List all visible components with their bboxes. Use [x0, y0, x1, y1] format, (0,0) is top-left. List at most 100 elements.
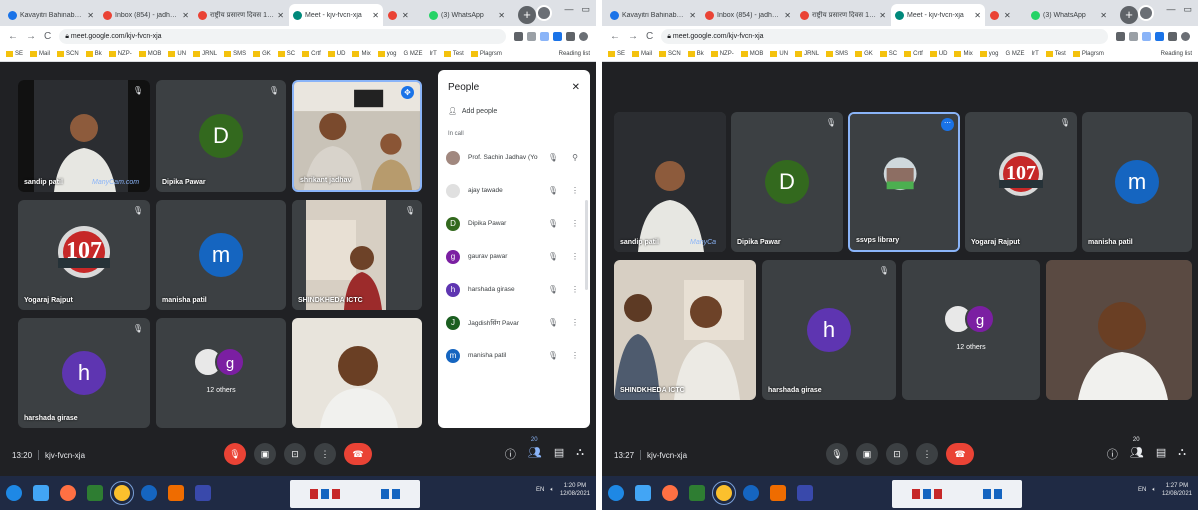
extension-icon[interactable] — [1155, 31, 1164, 41]
camera-toggle-button[interactable]: ▣ — [254, 443, 276, 465]
app-icon[interactable] — [743, 485, 759, 501]
participant-tile[interactable]: h harshada girase 🎙︎ — [762, 260, 896, 400]
browser-tab[interactable]: राष्ट्रीय प्रसारण दिवस 12 नोव्हेंबर✕ — [194, 4, 288, 26]
more-options-icon[interactable]: ⋮ — [568, 318, 582, 327]
participant-row[interactable]: Prof. Sachin Jadhav (You) 🎙︎ ⚲ — [438, 141, 590, 174]
bookmark[interactable]: SCN — [659, 50, 681, 57]
new-tab-button[interactable]: + — [518, 6, 536, 24]
extension-icon[interactable] — [540, 31, 549, 41]
bookmark[interactable]: SMS — [224, 50, 246, 57]
app-icon[interactable] — [141, 485, 157, 501]
photos-icon[interactable] — [195, 485, 211, 501]
close-icon[interactable]: ✕ — [372, 11, 379, 20]
minimize-icon[interactable]: — — [1166, 4, 1175, 15]
present-button[interactable]: ⊡ — [886, 443, 908, 465]
puzzle-icon[interactable] — [566, 31, 575, 41]
volume-icon[interactable]: 🔈︎ — [1152, 487, 1156, 494]
mic-off-icon[interactable]: 🎙︎ — [546, 318, 560, 327]
close-icon[interactable]: ✕ — [277, 11, 284, 20]
more-options-button[interactable]: ⋮ — [314, 443, 336, 465]
browser-tab[interactable]: Inbox (854) - jadhavsk555@g✕ — [701, 4, 795, 26]
bookmark[interactable]: Crtf — [904, 50, 923, 57]
bookmark[interactable]: NZP- — [108, 50, 132, 57]
bookmark[interactable]: SE — [6, 50, 23, 57]
bookmark[interactable]: MOB — [138, 50, 161, 57]
chat-icon[interactable]: ▤ — [554, 446, 564, 462]
more-options-icon[interactable]: ⋮ — [568, 252, 582, 261]
chrome-icon[interactable] — [110, 481, 134, 505]
bookmark[interactable]: SCN — [57, 50, 79, 57]
bookmark[interactable]: yog — [377, 50, 396, 57]
bookmark[interactable]: Mail — [632, 50, 652, 57]
bookmark[interactable]: Bk — [85, 50, 102, 57]
participant-row[interactable]: D Dipika Pawar 🎙︎ ⋮ — [438, 207, 590, 240]
mic-off-icon[interactable]: 🎙︎ — [546, 153, 560, 162]
close-icon[interactable]: ✕ — [784, 11, 791, 20]
url-field[interactable]: 🔒︎ meet.google.com/kjv-fvcn-xja — [661, 28, 1108, 44]
mic-off-icon[interactable]: 🎙︎ — [546, 186, 560, 195]
info-icon[interactable]: ⓘ — [1107, 446, 1118, 462]
participant-tile[interactable] — [292, 318, 422, 428]
extension-icon[interactable] — [514, 31, 523, 41]
participant-row[interactable]: h harshada girase 🎙︎ ⋮ — [438, 273, 590, 306]
participant-tile[interactable]: h harshada girase 🎙︎ — [18, 318, 150, 428]
restore-icon[interactable]: ▭ — [581, 4, 590, 15]
participant-tile-pinned[interactable]: ssvps library ⋯ — [848, 112, 960, 252]
mic-off-icon[interactable]: 🎙︎ — [546, 252, 560, 261]
browser-tab[interactable]: ✕ — [986, 4, 1026, 26]
browser-tab-active[interactable]: Meet - kjv-fvcn-xja ✕ — [289, 4, 383, 26]
restore-icon[interactable]: ▭ — [1183, 4, 1192, 15]
bookmark[interactable]: UD — [327, 50, 345, 57]
bookmark[interactable]: GK — [855, 50, 873, 57]
app-icon[interactable] — [168, 485, 184, 501]
browser-tab[interactable]: ✕ — [384, 4, 424, 26]
close-icon[interactable]: ✕ — [1100, 11, 1107, 20]
activities-icon[interactable]: ⛬ — [576, 446, 584, 462]
participant-tile[interactable]: 107 Yogaraj Rajput 🎙︎ — [965, 112, 1077, 252]
star-icon[interactable] — [1129, 31, 1138, 41]
more-options-icon[interactable]: ⋮ — [568, 351, 582, 360]
bookmark[interactable]: UN — [168, 50, 186, 57]
bookmark[interactable]: UN — [770, 50, 788, 57]
participant-tile[interactable]: D Dipika Pawar 🎙︎ — [156, 80, 286, 192]
bookmark[interactable]: yog — [979, 50, 998, 57]
bookmark[interactable]: JRNL — [193, 50, 217, 57]
participant-row[interactable]: J Jagdishसिंग Pavar 🎙︎ ⋮ — [438, 306, 590, 339]
extension-icon[interactable] — [1142, 31, 1151, 41]
reload-icon[interactable]: C — [44, 31, 51, 42]
profile-avatar[interactable] — [1138, 5, 1154, 21]
participant-tile[interactable]: 107 Yogaraj Rajput 🎙︎ — [18, 200, 150, 310]
close-icon[interactable]: ✕ — [1004, 11, 1011, 20]
firefox-icon[interactable] — [662, 485, 678, 501]
bookmark[interactable]: IrT — [429, 51, 436, 57]
back-icon[interactable]: ← — [8, 31, 18, 42]
forward-icon[interactable]: → — [628, 31, 638, 42]
bookmark[interactable]: NZP- — [710, 50, 734, 57]
bookmark[interactable]: SE — [608, 50, 625, 57]
browser-tab[interactable]: (3) WhatsApp ✕ — [1027, 4, 1111, 26]
info-icon[interactable]: ⓘ — [505, 446, 516, 462]
mic-toggle-button[interactable]: 🎙︎ — [826, 443, 848, 465]
new-tab-button[interactable]: + — [1120, 6, 1138, 24]
bookmark[interactable]: Test — [1045, 50, 1066, 57]
bookmark[interactable]: IrT — [1031, 51, 1038, 57]
bookmark[interactable]: Test — [443, 50, 464, 57]
bookmark[interactable]: G MZE — [403, 51, 422, 57]
language-indicator[interactable]: EN — [1138, 487, 1146, 493]
bookmark[interactable]: Plagrsm — [470, 50, 502, 57]
profile-icon[interactable] — [1181, 31, 1190, 41]
excel-icon[interactable] — [689, 485, 705, 501]
bookmark[interactable]: SMS — [826, 50, 848, 57]
volume-icon[interactable]: 🔈︎ — [550, 487, 554, 494]
participant-tile[interactable]: m manisha patil — [1082, 112, 1192, 252]
people-button[interactable]: 20 👥︎ — [528, 437, 542, 462]
star-icon[interactable] — [527, 31, 536, 41]
participant-tile[interactable]: SHINDKHEDA ICTC 🎙︎ — [292, 200, 422, 310]
participant-tile[interactable]: SHINDKHEDA ICTC — [614, 260, 756, 400]
close-icon[interactable]: ✕ — [498, 11, 505, 20]
browser-tab[interactable]: Kavayitri Bahinabai Chaudhar✕ — [606, 4, 700, 26]
close-icon[interactable]: ✕ — [572, 82, 580, 93]
mic-off-icon[interactable]: 🎙︎ — [546, 219, 560, 228]
reload-icon[interactable]: C — [646, 31, 653, 42]
browser-tab[interactable]: Kavayitri Bahinabai Chaudhar✕ — [4, 4, 98, 26]
